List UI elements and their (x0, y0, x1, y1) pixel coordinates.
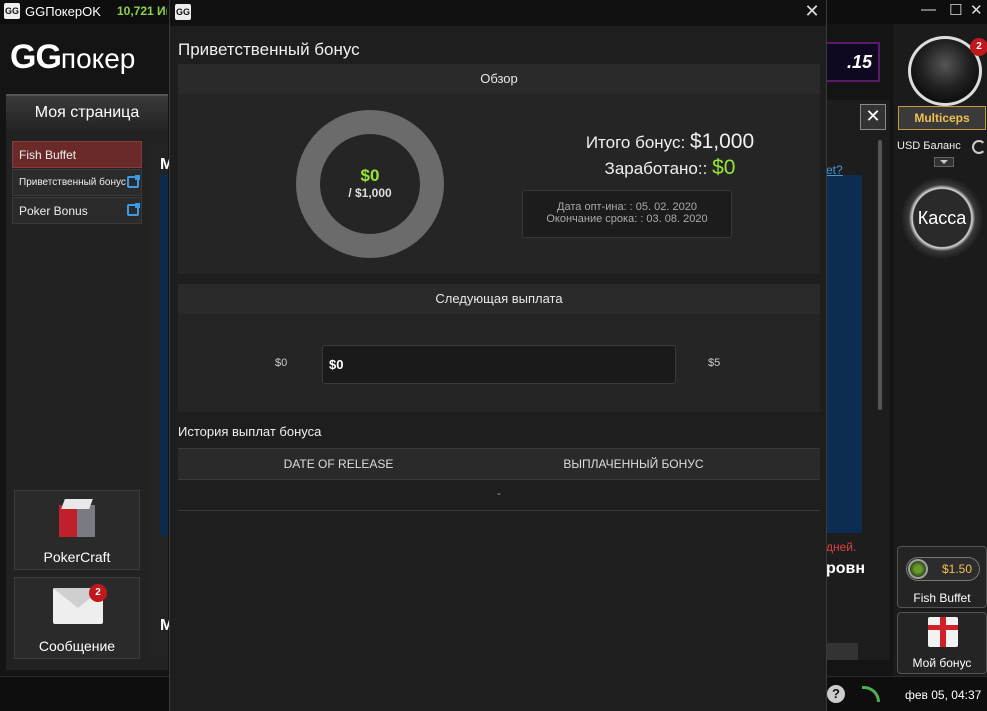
payout-min: $0 (275, 357, 288, 369)
days-warning-fragment: дней. (826, 540, 857, 554)
history-title: История выплат бонуса (178, 424, 322, 439)
promo-item-welcome-bonus[interactable]: Приветственный бонус (12, 169, 142, 196)
screen: GG GGПокерOK 10,721 Иг — ☐ ✕ GGпокер Моя… (0, 0, 987, 711)
history-empty-cell: - (497, 488, 501, 500)
my-bonus-tile[interactable]: Мой бонус (897, 612, 987, 674)
pokercraft-label: PokerCraft (43, 549, 111, 565)
minimize-icon[interactable]: — (921, 1, 936, 18)
clock: фев 05, 04:37 (905, 688, 982, 702)
pokercraft-icon (59, 499, 97, 539)
bonus-heading: Приветственный бонус (178, 40, 360, 59)
earned-value: $0 (360, 166, 380, 185)
help-icon[interactable]: ? (827, 685, 845, 703)
center-banner-edge (160, 175, 168, 535)
total-bonus-line: Итого бонус: $1,000 (510, 130, 830, 154)
cashier-button[interactable]: Касса (900, 176, 984, 260)
messages-label: Сообщение (38, 638, 116, 654)
promo-label: Fish Buffet (19, 148, 77, 162)
messages-badge: 2 (89, 584, 107, 602)
promo-item-fish-buffet[interactable]: Fish Buffet (12, 141, 142, 168)
avatar-badge: 2 (970, 38, 987, 56)
welcome-bonus-window: GG ✕ Приветственный бонус Обзор $0 / $1,… (169, 0, 827, 711)
payout-max: $5 (708, 357, 721, 369)
username-button[interactable]: Multiceps (898, 106, 986, 130)
currency-balance-label[interactable]: USD Баланс (897, 140, 961, 152)
bonus-dates-box: Дата опт-ина: : 05. 02. 2020 Окончание с… (522, 190, 732, 238)
my-bonus-label: Мой бонус (912, 656, 972, 670)
maximize-icon[interactable]: ☐ (949, 1, 962, 19)
logo-gg: GG (10, 38, 62, 76)
history-table-header: DATE OF RELEASE ВЫПЛАЧЕННЫЙ БОНУС (178, 448, 820, 480)
history-col-date: DATE OF RELEASE (283, 457, 394, 471)
promo-item-poker-bonus[interactable]: Poker Bonus (12, 197, 142, 224)
points-counter: 10,721 Иг (117, 4, 167, 18)
fish-buffet-label: Fish Buffet (913, 591, 971, 605)
promo-label: Приветственный бонус (19, 177, 126, 188)
total-bonus-label: Итого бонус: (585, 133, 686, 152)
earned-label: Заработано:: (604, 159, 708, 178)
promo-label: Poker Bonus (19, 204, 88, 218)
fish-buffet-coin-icon (908, 559, 928, 579)
earned-amount: $0 (712, 156, 736, 179)
main-window-title: GGПокерOK (25, 4, 101, 19)
table-row: - (178, 480, 820, 511)
close-window-icon[interactable]: ✕ (970, 1, 983, 19)
next-payout-header: Следующая выплата (178, 284, 820, 314)
refresh-icon[interactable] (972, 140, 986, 154)
gift-icon (928, 617, 958, 647)
level-text-fragment: ровн (826, 560, 866, 577)
total-bonus-value: $1,000 (689, 130, 755, 153)
expiry-date: Окончание срока: : 03. 08. 2020 (546, 213, 708, 225)
fish-buffet-tile[interactable]: $1.50 Fish Buffet (897, 546, 987, 608)
right-banner-edge (826, 175, 862, 533)
panel-close-button[interactable]: ✕ (860, 104, 886, 130)
cashier-label: Касса (917, 208, 967, 228)
pokercraft-button[interactable]: PokerCraft (14, 490, 140, 570)
logo-text: покер (60, 43, 136, 74)
gg-app-icon: GG (4, 3, 20, 19)
opt-in-date: Дата опт-ина: : 05. 02. 2020 (557, 201, 697, 213)
gg-app-icon: GG (175, 4, 191, 20)
external-link-icon (127, 203, 140, 216)
tab-my-page[interactable]: Моя страница (6, 94, 168, 130)
overview-section (178, 94, 820, 274)
messages-button[interactable]: 2 Сообщение (14, 577, 140, 659)
total-value: / $1,000 (348, 186, 392, 200)
overview-header: Обзор (178, 64, 820, 94)
close-icon[interactable]: ✕ (802, 1, 822, 22)
earned-line: Заработано:: $0 (510, 156, 830, 180)
chevron-down-icon[interactable] (934, 157, 954, 167)
external-link-icon (127, 175, 140, 188)
panel-scrollbar[interactable] (878, 140, 882, 410)
jackpot-banner[interactable]: .15 (822, 42, 880, 82)
payout-progress-bar: $0 (322, 345, 676, 384)
panel-footer-fragment (826, 643, 858, 660)
history-col-paid: ВЫПЛАЧЕННЫЙ БОНУС (563, 457, 704, 471)
ggpoker-logo: GGпокер (10, 38, 168, 77)
bonus-window-titlebar: GG ✕ (170, 0, 826, 26)
